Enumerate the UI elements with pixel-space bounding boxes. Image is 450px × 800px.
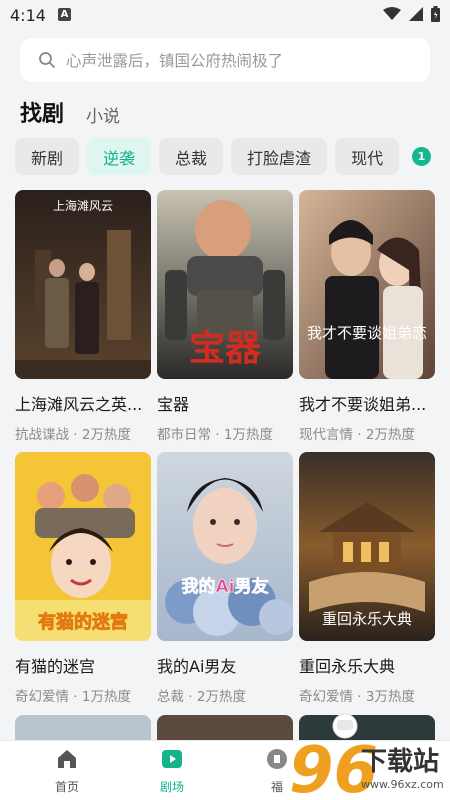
poster-image: 我才不要谈姐弟恋 bbox=[299, 190, 435, 379]
chip-new[interactable]: 新剧 bbox=[15, 138, 80, 175]
poster-image: 我的Ai男友 bbox=[157, 452, 293, 641]
drama-meta: 奇幻爱情 · 3万热度 bbox=[299, 689, 415, 705]
drama-meta: 总裁 · 2万热度 bbox=[157, 689, 246, 705]
status-icons bbox=[383, 6, 440, 22]
drama-meta: 奇幻爱情 · 1万热度 bbox=[15, 689, 131, 705]
search-icon bbox=[39, 52, 55, 68]
poster-image: 宝器 bbox=[157, 190, 293, 379]
poster-title-text: 我的Ai男友 bbox=[182, 576, 269, 597]
nav-label: 首页 bbox=[54, 780, 79, 794]
drama-title: 我的Ai男友 bbox=[157, 657, 237, 676]
notification-icon: A bbox=[58, 8, 71, 21]
drama-meta: 抗战谍战 · 2万热度 bbox=[15, 427, 131, 443]
poster-image: 上海滩风云 bbox=[15, 190, 151, 379]
drama-card[interactable]: 重回永乐大典 重回永乐大典 奇幻爱情 · 3万热度 bbox=[299, 452, 435, 705]
chip-modern[interactable]: 现代 bbox=[335, 138, 400, 175]
drama-meta: 现代言情 · 2万热度 bbox=[299, 427, 415, 443]
nav-home[interactable]: 首页 bbox=[37, 747, 97, 795]
chip-revenge[interactable]: 打脸虐渣 bbox=[231, 138, 328, 175]
status-time: 4:14 bbox=[10, 6, 46, 25]
drama-card[interactable]: 上海滩风云 上海滩风云之英... 抗战谍战 · 2万热度 bbox=[15, 190, 151, 443]
watermark-url: www.96xz.com bbox=[361, 778, 444, 791]
poster-title-text: 有猫的迷宫 bbox=[38, 611, 128, 633]
poster-title-text: 重回永乐大典 bbox=[322, 610, 412, 628]
battery-icon bbox=[431, 6, 440, 22]
drama-card[interactable]: 有猫的迷宫 有猫的迷宫 奇幻爱情 · 1万热度 bbox=[15, 452, 151, 705]
poster-image: 有猫的迷宫 bbox=[15, 452, 151, 641]
drama-title: 重回永乐大典 bbox=[299, 657, 396, 676]
poster-title-text: 我才不要谈姐弟恋 bbox=[307, 324, 427, 342]
poster-image[interactable] bbox=[15, 715, 151, 740]
nav-label: 剧场 bbox=[159, 780, 184, 794]
poster-image: 重回永乐大典 bbox=[299, 452, 435, 641]
main-tabs: 找剧 小说 bbox=[20, 96, 120, 128]
nav-theater[interactable]: 剧场 bbox=[142, 747, 202, 795]
tab-find-drama[interactable]: 找剧 bbox=[20, 96, 64, 128]
status-bar: 4:14 A bbox=[0, 0, 450, 30]
watermark-logo: 96 下载站 www.96xz.com bbox=[285, 712, 450, 800]
search-placeholder: 心声泄露后，镇国公府热闹极了 bbox=[66, 52, 284, 70]
chip-count-badge: 1 bbox=[412, 147, 431, 166]
poster-title-text: 上海滩风云 bbox=[53, 198, 113, 213]
tab-novel[interactable]: 小说 bbox=[86, 102, 120, 128]
chip-comeback[interactable]: 逆袭 bbox=[87, 138, 152, 175]
genre-chips: 新剧 逆袭 总裁 打脸虐渣 现代 bbox=[15, 138, 450, 176]
poster-title-text: 宝器 bbox=[189, 327, 262, 369]
search-bar[interactable]: 心声泄露后，镇国公府热闹极了 bbox=[20, 38, 430, 82]
drama-meta: 都市日常 · 1万热度 bbox=[157, 427, 273, 443]
chip-ceo[interactable]: 总裁 bbox=[159, 138, 224, 175]
drama-title: 宝器 bbox=[157, 395, 190, 414]
play-icon bbox=[162, 750, 182, 768]
drama-card[interactable]: 我的Ai男友 我的Ai男友 总裁 · 2万热度 bbox=[157, 452, 293, 705]
home-icon bbox=[58, 750, 76, 768]
drama-card[interactable]: 宝器 宝器 都市日常 · 1万热度 bbox=[157, 190, 293, 443]
poster-image[interactable] bbox=[157, 715, 293, 740]
watermark-text: 下载站 bbox=[361, 747, 439, 777]
drama-title: 有猫的迷宫 bbox=[15, 657, 96, 676]
drama-title: 我才不要谈姐弟... bbox=[299, 395, 427, 414]
drama-card[interactable]: 我才不要谈姐弟恋 我才不要谈姐弟... 现代言情 · 2万热度 bbox=[299, 190, 435, 443]
signal-icon bbox=[409, 7, 423, 21]
wifi-icon bbox=[383, 7, 401, 20]
drama-title: 上海滩风云之英... bbox=[15, 395, 143, 414]
